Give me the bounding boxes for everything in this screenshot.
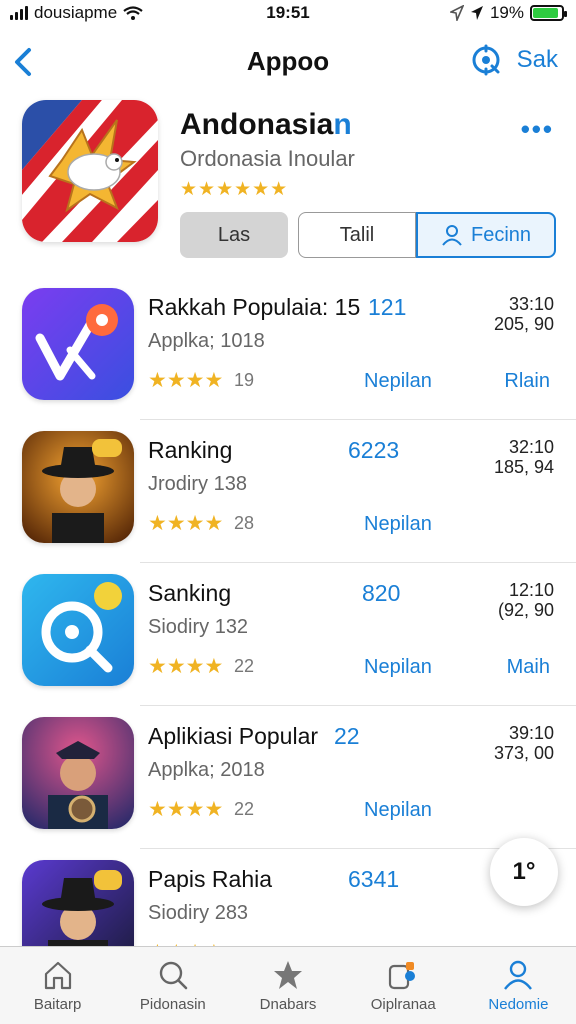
- app-title: Rakkah Populaia: 15: [148, 294, 361, 320]
- app-count: 22: [334, 723, 360, 749]
- app-subtitle: Siodiry 283: [148, 902, 249, 924]
- featured-app-stars: ★★★★★★: [180, 179, 289, 200]
- rating-stars: ★★★★: [148, 512, 224, 535]
- app-subtitle: Siodiry 132: [148, 616, 249, 638]
- app-icon: [22, 717, 134, 829]
- person-icon: [504, 960, 533, 990]
- open-button[interactable]: Nepilan: [364, 513, 432, 536]
- segment-las[interactable]: Las: [180, 212, 288, 258]
- tab-profile[interactable]: Nedomie: [461, 947, 576, 1024]
- open-button[interactable]: Nepilan: [364, 656, 432, 679]
- nav-right-button[interactable]: Sak: [517, 46, 558, 74]
- secondary-button[interactable]: Rlain: [504, 370, 550, 393]
- apps-icon: [389, 962, 416, 990]
- secondary-button[interactable]: Maih: [507, 656, 550, 679]
- app-icon: [22, 288, 134, 400]
- time-stats: 33:10 205, 90: [493, 294, 554, 334]
- rating-count: 19: [234, 370, 255, 390]
- navigation-bar: Appoo Sak: [0, 36, 576, 88]
- signal-icon: [10, 6, 28, 20]
- search-icon[interactable]: [469, 42, 503, 78]
- list-item[interactable]: Aplikiasi Popular 22 Applka; 2018 ★★★★ 2…: [0, 705, 576, 849]
- app-subtitle: Jrodiry 138: [148, 473, 247, 495]
- navigation-icon: [470, 6, 483, 20]
- app-subtitle: Applka; 1018: [148, 330, 265, 352]
- time-stats: 12:10 (92, 90: [497, 580, 554, 620]
- search-icon: [159, 961, 188, 990]
- floating-action-button[interactable]: 1°: [490, 838, 558, 906]
- home-icon: [44, 961, 71, 990]
- app-subtitle: Applka; 2018: [148, 759, 265, 781]
- app-header: Andonasian Ordonasia Inoular ★★★★★★ ••• …: [0, 100, 576, 270]
- app-count: 820: [362, 580, 401, 606]
- tab-search[interactable]: Pidonasin: [115, 947, 230, 1024]
- segment-talil[interactable]: Talil: [298, 212, 416, 258]
- tab-featured[interactable]: Dnabars: [230, 947, 345, 1024]
- time-stats: 32:10 185, 94: [493, 437, 554, 477]
- app-list: Rakkah Populaia: 15 121 Applka; 1018 ★★★…: [0, 276, 576, 992]
- app-title: Aplikiasi Popular: [148, 723, 319, 749]
- app-title: Sanking: [148, 580, 232, 606]
- battery-icon: [530, 5, 567, 21]
- user-icon: [442, 225, 462, 246]
- tab-home[interactable]: Baitarp: [0, 947, 115, 1024]
- star-icon: [274, 961, 302, 989]
- rating-count: 28: [234, 513, 255, 533]
- open-button[interactable]: Nepilan: [364, 370, 432, 393]
- rating-stars: ★★★★: [148, 655, 224, 678]
- open-button[interactable]: Nepilan: [364, 799, 432, 822]
- featured-app-icon[interactable]: [22, 100, 158, 242]
- app-icon: [22, 431, 134, 543]
- rating-count: 22: [234, 799, 255, 819]
- app-count: 6223: [348, 437, 400, 463]
- app-title: Ranking: [148, 437, 233, 463]
- list-item[interactable]: Sanking 820 Siodiry 132 ★★★★ 22 Nepilan …: [0, 562, 576, 706]
- rating-stars: ★★★★: [148, 369, 224, 392]
- wifi-icon: [123, 6, 143, 20]
- rating-stars: ★★★★: [148, 798, 224, 821]
- app-count: 6341: [348, 866, 400, 892]
- featured-app-subtitle: Ordonasia Inoular: [180, 146, 355, 171]
- featured-app-title: Andonasian: [180, 108, 352, 141]
- app-count: 121: [368, 294, 407, 320]
- list-item[interactable]: Ranking 6223 Jrodiry 138 ★★★★ 28 Nepilan…: [0, 419, 576, 563]
- list-item[interactable]: Rakkah Populaia: 15 121 Applka; 1018 ★★★…: [0, 276, 576, 420]
- status-bar: dousiapme 19:51 19%: [0, 0, 576, 26]
- rating-count: 22: [234, 656, 255, 676]
- time-stats: 39:10 373, 00: [493, 723, 554, 763]
- tab-bar: Baitarp Pidonasin Dnabars Oiplranaa Nedo…: [0, 946, 576, 1024]
- segment-fecinn[interactable]: Fecinn: [416, 212, 556, 258]
- clock: 19:51: [266, 3, 310, 22]
- more-options-icon[interactable]: •••: [521, 114, 554, 145]
- carrier-label: dousiapme: [34, 3, 118, 22]
- app-icon: [22, 574, 134, 686]
- battery-percent: 19%: [489, 3, 524, 22]
- location-icon: [449, 5, 464, 21]
- tab-apps[interactable]: Oiplranaa: [346, 947, 461, 1024]
- battery-level: [533, 8, 559, 18]
- app-title: Papis Rahia: [148, 866, 273, 892]
